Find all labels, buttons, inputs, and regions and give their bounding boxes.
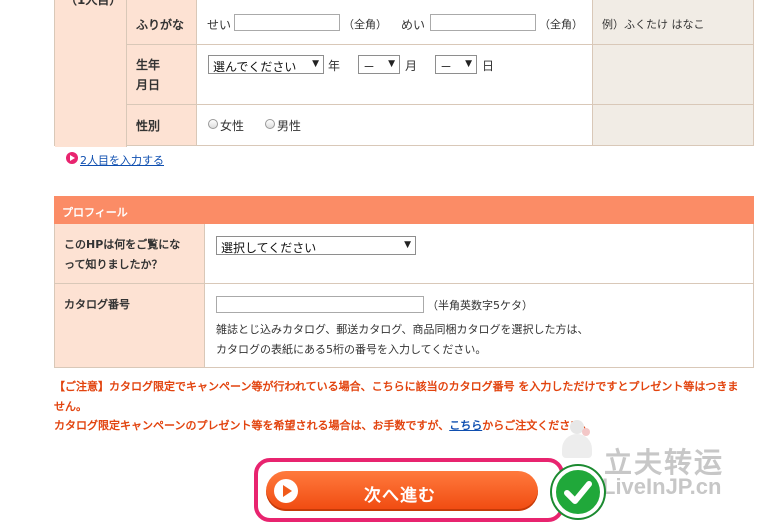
catalog-note-line1: 雑誌とじ込みカタログ、郵送カタログ、商品同梱カタログを選択した方は、	[216, 323, 589, 336]
gender-label-cell: 性別	[127, 105, 197, 145]
profile-header: プロフィール	[54, 196, 754, 224]
birth-label-cell: 生年 月日	[127, 45, 197, 105]
gender-example-cell	[593, 105, 753, 145]
catalog-hint: （半角英数字5ケタ）	[427, 299, 533, 312]
profile-table: このHPは何をご覧にな って知りましたか？ 選択してください ▼ カタログ番号 …	[54, 224, 754, 368]
watermark-url: LiveInJP.cn	[602, 474, 722, 499]
mei-label: めい	[401, 18, 426, 32]
birth-day-select[interactable]: － ▼	[435, 55, 477, 74]
source-label-line2: って知りましたか？	[64, 258, 163, 271]
birth-year-value: 選んでください	[213, 60, 297, 74]
catalog-input-cell: （半角英数字5ケタ） 雑誌とじ込みカタログ、郵送カタログ、商品同梱カタログを選択…	[205, 284, 753, 367]
birth-example-cell	[593, 45, 753, 105]
gender-female-radio[interactable]	[208, 119, 218, 129]
play-icon	[274, 479, 298, 503]
furigana-input-cell: せい （全角） めい （全角）	[197, 0, 593, 45]
sei-input[interactable]	[234, 14, 340, 31]
birth-month-value: －	[363, 60, 376, 74]
day-unit: 日	[482, 59, 495, 73]
birth-input-cell: 選んでください ▼ 年 － ▼ 月 － ▼ 日	[197, 45, 593, 105]
gender-label: 性別	[136, 119, 161, 133]
person-header: （1人目）	[65, 0, 122, 7]
next-button-label: 次へ進む	[364, 486, 436, 506]
catalog-note-line2: カタログの表紙にある5桁の番号を入力してください。	[216, 343, 487, 356]
notice-line3: カタログ限定キャンペーンのプレゼント等を希望される場合は、お手数ですが、こちらか…	[54, 417, 592, 433]
sei-label: せい	[207, 18, 232, 32]
dropdown-arrow-icon: ▼	[312, 59, 319, 69]
source-select-value: 選択してください	[221, 241, 317, 255]
catalog-label: カタログ番号	[64, 298, 130, 311]
notice-line1: 【ご注意】カタログ限定でキャンペーン等が行われている場合、こちらに該当のカタログ…	[54, 380, 739, 393]
birth-label-line2: 月日	[136, 78, 161, 92]
dropdown-arrow-icon: ▼	[388, 59, 395, 69]
gender-female-label: 女性	[220, 119, 245, 133]
furigana-label: ふりがな	[136, 18, 185, 32]
add-second-person-link[interactable]: 2人目を入力する	[80, 152, 164, 168]
birth-label-line1: 生年	[136, 58, 161, 72]
personal-info-table: （1人目） ふりがな せい （全角） めい （全角） 例）ふくたけ はなこ 生年…	[54, 0, 754, 147]
source-input-cell: 選択してください ▼	[205, 224, 753, 284]
watermark-logo-icon	[558, 420, 598, 460]
source-label-line1: このHPは何をご覧にな	[64, 238, 181, 251]
catalog-number-input[interactable]	[216, 296, 424, 313]
gender-input-cell: 女性 男性	[197, 105, 593, 145]
arrow-circle-icon	[66, 152, 78, 164]
birth-year-select[interactable]: 選んでください ▼	[208, 55, 324, 74]
sei-hint: （全角）	[343, 18, 387, 31]
source-select[interactable]: 選択してください ▼	[216, 236, 416, 255]
dropdown-arrow-icon: ▼	[465, 59, 472, 69]
person-header-cell: （1人目）	[55, 0, 127, 147]
birth-month-select[interactable]: － ▼	[358, 55, 400, 74]
mei-input[interactable]	[430, 14, 536, 31]
birth-day-value: －	[440, 60, 453, 74]
source-label-cell: このHPは何をご覧にな って知りましたか？	[55, 224, 205, 284]
checkmark-icon	[552, 466, 604, 518]
order-here-link[interactable]: こちら	[449, 419, 482, 432]
furigana-example-cell: 例）ふくたけ はなこ	[593, 0, 753, 45]
furigana-example: 例）ふくたけ はなこ	[602, 18, 705, 31]
mei-hint: （全角）	[539, 18, 583, 31]
furigana-label-cell: ふりがな	[127, 0, 197, 45]
dropdown-arrow-icon: ▼	[404, 240, 411, 250]
notice-line3-prefix: カタログ限定キャンペーンのプレゼント等を希望される場合は、お手数ですが、	[54, 419, 450, 432]
catalog-label-cell: カタログ番号	[55, 284, 205, 367]
month-unit: 月	[405, 59, 418, 73]
year-unit: 年	[328, 59, 341, 73]
gender-male-label: 男性	[277, 119, 302, 133]
notice-line2: せん。	[54, 400, 87, 413]
gender-male-radio[interactable]	[265, 119, 275, 129]
